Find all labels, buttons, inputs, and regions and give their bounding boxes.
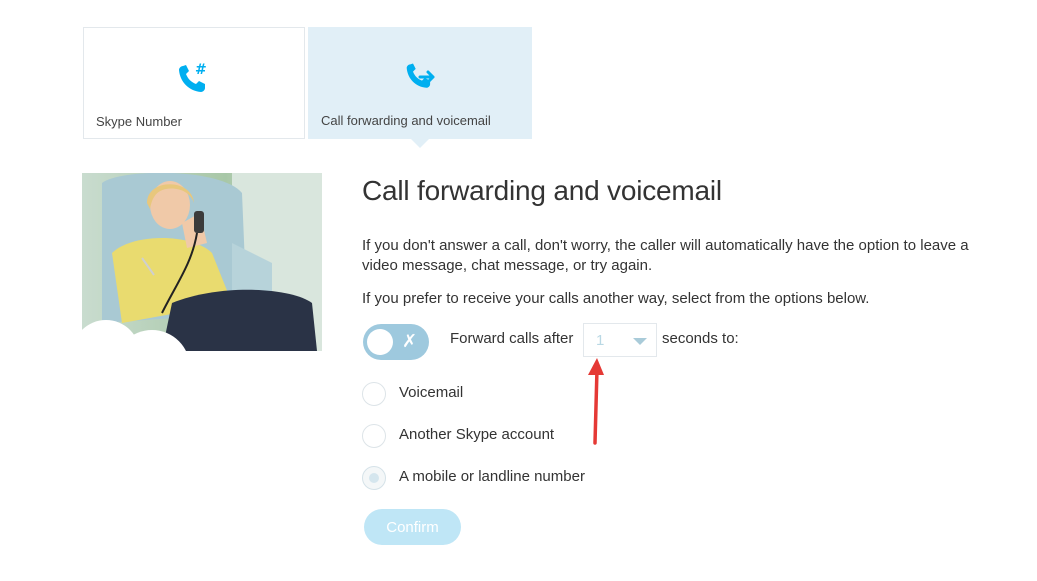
- description-text: If you don't answer a call, don't worry,…: [362, 237, 969, 274]
- page-title: Call forwarding and voicemail: [362, 175, 722, 206]
- seconds-value: 1: [596, 332, 605, 349]
- phone-hash-icon: #: [179, 62, 207, 92]
- option-label: A mobile or landline number: [399, 468, 585, 485]
- x-icon: ✗: [402, 331, 418, 351]
- seconds-to-label: seconds to:: [662, 330, 739, 347]
- phone-forward-icon: [406, 63, 435, 88]
- tab-label: Call forwarding and voicemail: [321, 113, 491, 128]
- radio-button-selected[interactable]: [362, 466, 386, 490]
- option-label: Voicemail: [399, 384, 464, 401]
- confirm-button[interactable]: Confirm: [364, 509, 461, 545]
- svg-text:#: #: [195, 62, 207, 78]
- toggle-knob: [367, 329, 393, 355]
- tab-skype-number[interactable]: # Skype Number: [83, 27, 305, 139]
- forward-calls-toggle[interactable]: ✗: [363, 324, 429, 360]
- hero-image-decoration: [82, 308, 190, 368]
- tab-call-forwarding[interactable]: Call forwarding and voicemail: [308, 27, 532, 139]
- annotation-arrow-icon: [588, 358, 604, 445]
- radio-button[interactable]: [362, 382, 386, 406]
- option-label: Another Skype account: [399, 426, 555, 443]
- options-intro-text: If you prefer to receive your calls anot…: [362, 290, 870, 307]
- tab-label: Skype Number: [96, 114, 182, 129]
- selected-tab-caret: [411, 139, 429, 148]
- call-forwarding-settings-page: # Skype Number Call forwarding and voice…: [0, 0, 1037, 581]
- seconds-dropdown[interactable]: 1: [583, 323, 657, 357]
- chevron-down-icon: [633, 338, 647, 345]
- radio-button[interactable]: [362, 424, 386, 448]
- forward-calls-label: Forward calls after: [450, 330, 574, 347]
